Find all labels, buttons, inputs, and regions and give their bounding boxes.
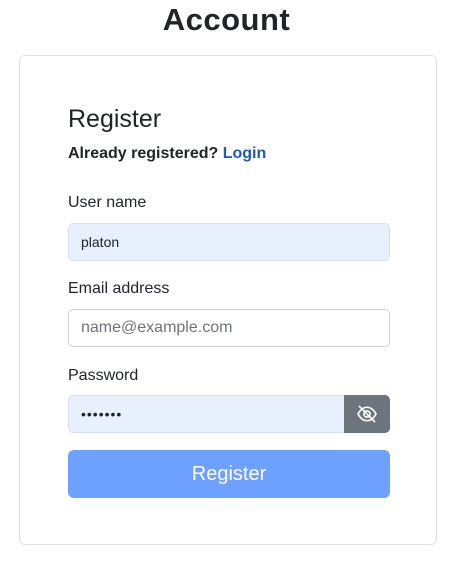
register-card: Register Already registered? Login User … xyxy=(19,55,437,545)
already-registered-line: Already registered? Login xyxy=(68,145,266,163)
email-label: Email address xyxy=(68,280,170,297)
already-registered-text: Already registered? xyxy=(68,145,219,162)
register-button[interactable]: Register xyxy=(68,450,390,498)
password-label: Password xyxy=(68,367,139,384)
username-label: User name xyxy=(68,194,147,211)
eye-slash-icon xyxy=(357,405,377,423)
page-title: Account xyxy=(162,2,291,37)
username-input[interactable] xyxy=(68,223,390,261)
toggle-password-visibility-button[interactable] xyxy=(344,395,390,433)
email-input[interactable] xyxy=(68,309,390,347)
login-link[interactable]: Login xyxy=(223,145,267,162)
form-title: Register xyxy=(68,105,162,133)
password-input[interactable] xyxy=(68,395,345,433)
